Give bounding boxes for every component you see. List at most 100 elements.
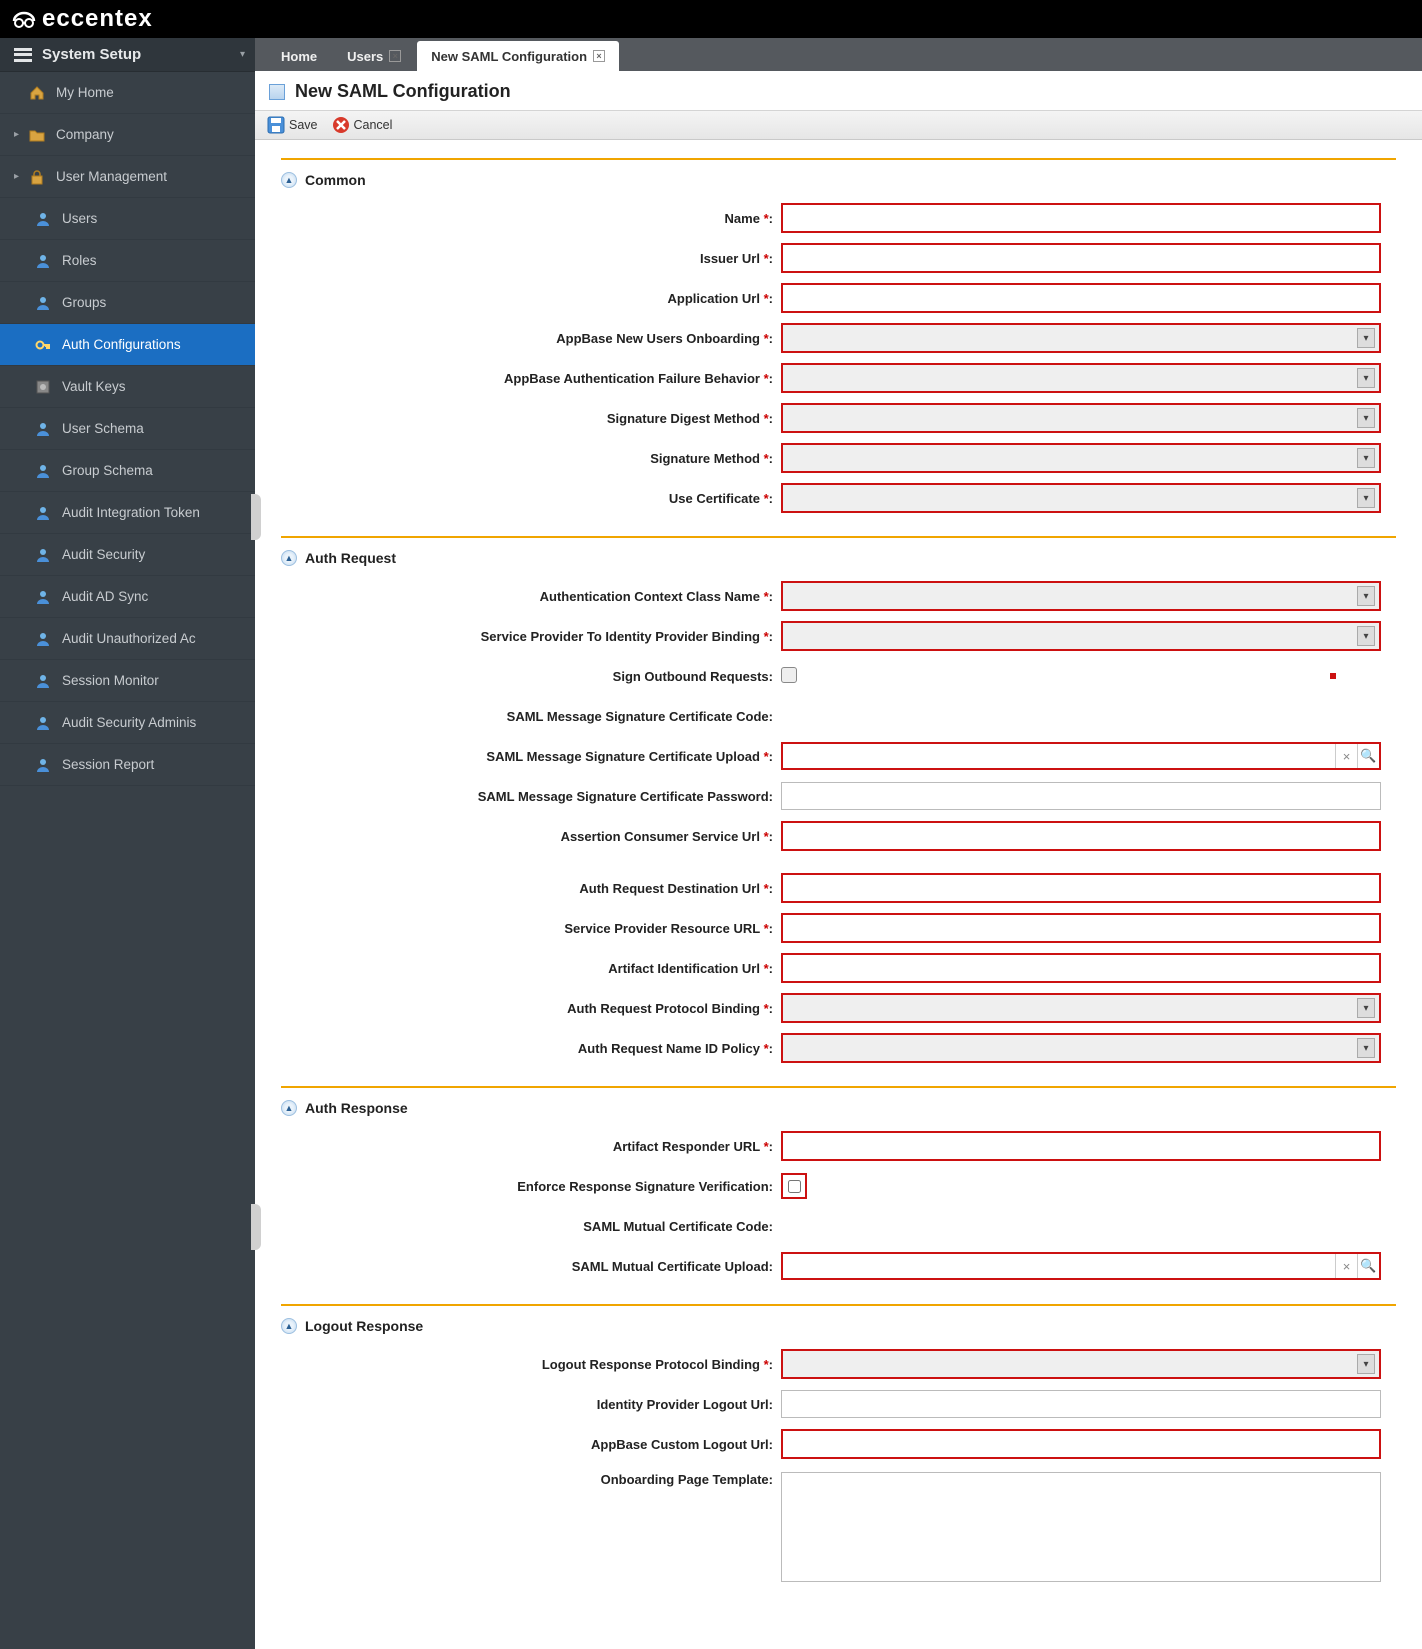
sidebar-item-group-schema[interactable]: Group Schema bbox=[0, 450, 255, 492]
chevron-down-icon: ▾ bbox=[1357, 998, 1375, 1018]
chevron-down-icon: ▾ bbox=[1357, 626, 1375, 646]
label-mutual-cert-code: SAML Mutual Certificate Code bbox=[583, 1219, 768, 1234]
sidebar-item-my-home[interactable]: My Home bbox=[0, 72, 255, 114]
sidebar-item-label: Auth Configurations bbox=[62, 337, 181, 352]
input-application-url[interactable] bbox=[781, 283, 1381, 313]
toolbar: Save Cancel bbox=[255, 110, 1422, 140]
user-icon bbox=[34, 588, 52, 606]
sidebar-item-label: Roles bbox=[62, 253, 97, 268]
label-acs-url: Assertion Consumer Service Url bbox=[561, 829, 760, 844]
sidebar-item-roles[interactable]: Roles bbox=[0, 240, 255, 282]
main-panel: HomeUsers×New SAML Configuration× New SA… bbox=[255, 38, 1422, 1649]
label-proto-binding: Auth Request Protocol Binding bbox=[567, 1001, 760, 1016]
save-button[interactable]: Save bbox=[263, 113, 322, 137]
input-acs-url[interactable] bbox=[781, 821, 1381, 851]
user-icon bbox=[34, 504, 52, 522]
clear-icon[interactable]: × bbox=[1335, 1254, 1357, 1278]
sidebar-item-users[interactable]: Users bbox=[0, 198, 255, 240]
save-label: Save bbox=[289, 118, 318, 132]
brand-text: eccentex bbox=[42, 5, 153, 33]
input-appbase-logout[interactable] bbox=[781, 1429, 1381, 1459]
sidebar-collapse-handle[interactable] bbox=[251, 1204, 261, 1250]
sidebar-collapse-handle[interactable] bbox=[251, 494, 261, 540]
sidebar-item-audit-unauthorized-ac[interactable]: Audit Unauthorized Ac bbox=[0, 618, 255, 660]
sidebar-title: System Setup bbox=[42, 46, 240, 63]
user-icon bbox=[34, 294, 52, 312]
input-dest-url[interactable] bbox=[781, 873, 1381, 903]
select-auth-fail[interactable]: ▾ bbox=[781, 363, 1381, 393]
tree-caret-icon: ▸ bbox=[14, 171, 24, 182]
cancel-button[interactable]: Cancel bbox=[328, 113, 397, 137]
select-logout-binding[interactable]: ▾ bbox=[781, 1349, 1381, 1379]
label-use-cert: Use Certificate bbox=[669, 491, 760, 506]
clear-icon[interactable]: × bbox=[1335, 744, 1357, 768]
sidebar-item-company[interactable]: ▸Company bbox=[0, 114, 255, 156]
cancel-icon bbox=[332, 116, 350, 134]
label-logout-binding: Logout Response Protocol Binding bbox=[542, 1357, 760, 1372]
tab-label: Users bbox=[347, 49, 383, 64]
sidebar-item-session-monitor[interactable]: Session Monitor bbox=[0, 660, 255, 702]
sidebar-item-audit-ad-sync[interactable]: Audit AD Sync bbox=[0, 576, 255, 618]
select-sig-digest[interactable]: ▾ bbox=[781, 403, 1381, 433]
search-icon[interactable]: 🔍 bbox=[1357, 744, 1379, 768]
lock-icon bbox=[28, 168, 46, 186]
input-artifact-id-url[interactable] bbox=[781, 953, 1381, 983]
close-icon[interactable]: × bbox=[593, 50, 605, 62]
input-name[interactable] bbox=[781, 203, 1381, 233]
hamburger-icon[interactable] bbox=[14, 48, 32, 62]
select-ctx-class[interactable]: ▾ bbox=[781, 581, 1381, 611]
sidebar-item-vault-keys[interactable]: Vault Keys bbox=[0, 366, 255, 408]
sidebar-item-label: Audit Unauthorized Ac bbox=[62, 631, 196, 646]
input-idp-logout[interactable] bbox=[781, 1390, 1381, 1418]
sidebar-item-label: Audit Security bbox=[62, 547, 145, 562]
brand-logo: eccentex bbox=[10, 5, 153, 33]
tree-caret-icon: ▸ bbox=[14, 129, 24, 140]
collapse-icon[interactable]: ▲ bbox=[281, 1318, 297, 1334]
save-icon bbox=[267, 116, 285, 134]
label-enforce-sig: Enforce Response Signature Verification bbox=[517, 1179, 768, 1194]
select-sp-to-idp[interactable]: ▾ bbox=[781, 621, 1381, 651]
input-sig-cert-pass[interactable] bbox=[781, 782, 1381, 810]
upload-sig-cert[interactable]: ×🔍 bbox=[781, 742, 1381, 770]
sidebar-item-audit-security[interactable]: Audit Security bbox=[0, 534, 255, 576]
page-icon bbox=[269, 84, 285, 100]
section-title-common: Common bbox=[305, 172, 366, 188]
select-sig-method[interactable]: ▾ bbox=[781, 443, 1381, 473]
section-title-auth-request: Auth Request bbox=[305, 550, 396, 566]
input-artifact-resp-url[interactable] bbox=[781, 1131, 1381, 1161]
sidebar-item-audit-integration-token[interactable]: Audit Integration Token bbox=[0, 492, 255, 534]
collapse-icon[interactable]: ▲ bbox=[281, 1100, 297, 1116]
input-issuer-url[interactable] bbox=[781, 243, 1381, 273]
sidebar-header[interactable]: System Setup ▾ bbox=[0, 38, 255, 72]
collapse-icon[interactable]: ▲ bbox=[281, 172, 297, 188]
search-icon[interactable]: 🔍 bbox=[1357, 1254, 1379, 1278]
label-sp-res-url: Service Provider Resource URL bbox=[564, 921, 760, 936]
select-use-cert[interactable]: ▾ bbox=[781, 483, 1381, 513]
form-area: ▲ Common Name *: Issuer Url *: Applicati… bbox=[255, 140, 1422, 1649]
user-icon bbox=[34, 252, 52, 270]
label-idp-logout: Identity Provider Logout Url bbox=[597, 1397, 769, 1412]
sidebar-item-user-management[interactable]: ▸ User Management bbox=[0, 156, 255, 198]
select-proto-binding[interactable]: ▾ bbox=[781, 993, 1381, 1023]
sidebar: System Setup ▾ My Home▸Company▸User Mana… bbox=[0, 38, 255, 1649]
checkbox-sign-outbound[interactable] bbox=[781, 667, 797, 683]
select-onboarding[interactable]: ▾ bbox=[781, 323, 1381, 353]
sidebar-item-groups[interactable]: Groups bbox=[0, 282, 255, 324]
input-sp-res-url[interactable] bbox=[781, 913, 1381, 943]
textarea-onboard-tpl[interactable] bbox=[781, 1472, 1381, 1582]
sidebar-item-user-schema[interactable]: User Schema bbox=[0, 408, 255, 450]
sidebar-item-label: User Management bbox=[56, 169, 167, 184]
tab-home[interactable]: Home bbox=[267, 41, 331, 71]
upload-mutual-cert[interactable]: ×🔍 bbox=[781, 1252, 1381, 1280]
sidebar-item-label: Vault Keys bbox=[62, 379, 126, 394]
checkbox-enforce-sig-wrap bbox=[781, 1173, 807, 1199]
tab-new-saml-configuration[interactable]: New SAML Configuration× bbox=[417, 41, 619, 71]
collapse-icon[interactable]: ▲ bbox=[281, 550, 297, 566]
sidebar-item-session-report[interactable]: Session Report bbox=[0, 744, 255, 786]
tab-users[interactable]: Users × bbox=[333, 41, 415, 71]
close-icon[interactable]: × bbox=[389, 50, 401, 62]
select-nameid-policy[interactable]: ▾ bbox=[781, 1033, 1381, 1063]
sidebar-item-audit-security-adminis[interactable]: Audit Security Adminis bbox=[0, 702, 255, 744]
checkbox-enforce-sig[interactable] bbox=[788, 1180, 801, 1193]
sidebar-item-auth-configurations[interactable]: Auth Configurations bbox=[0, 324, 255, 366]
